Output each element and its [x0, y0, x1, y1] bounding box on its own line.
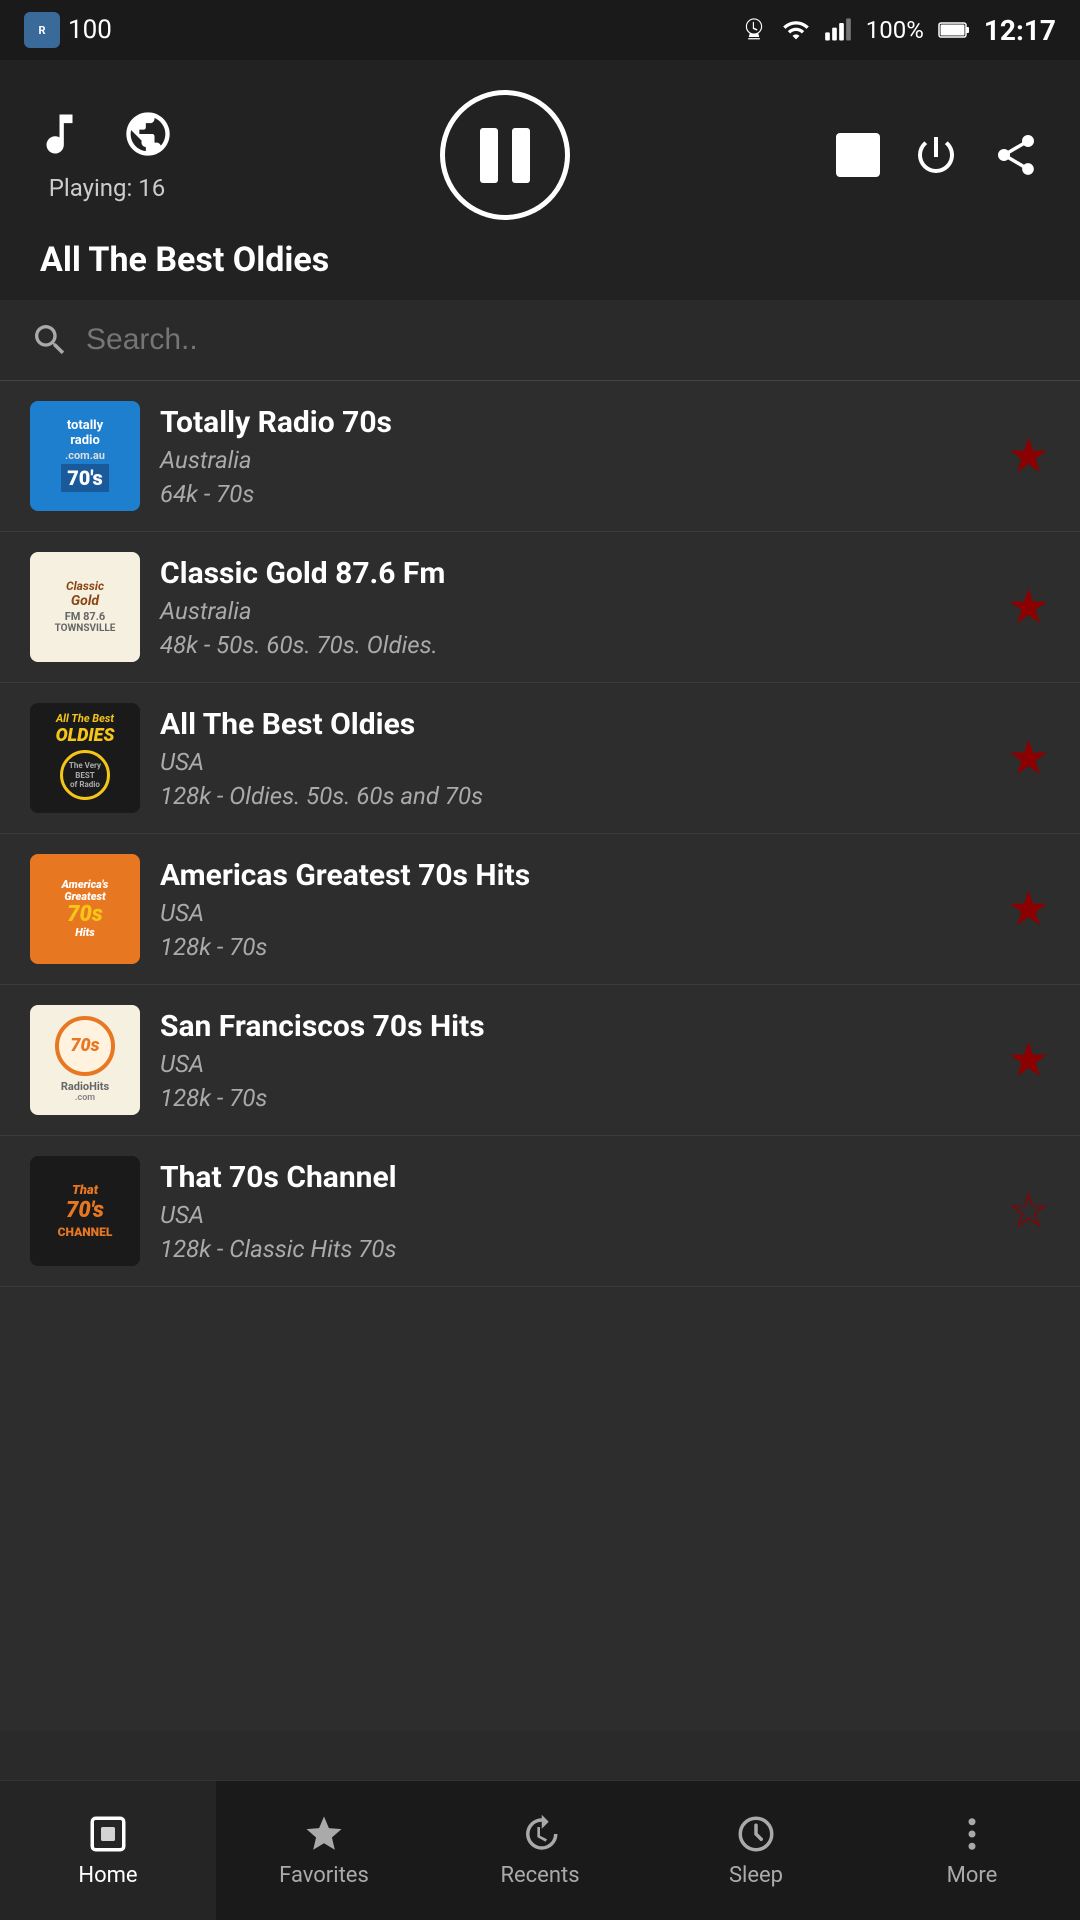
station-info: Totally Radio 70s Australia 64k - 70s	[160, 405, 987, 508]
bottom-nav: Home Favorites Recents Sleep More	[0, 1780, 1080, 1920]
station-item[interactable]: totally radio .com.au 70's Totally Radio…	[0, 381, 1080, 532]
favorite-button[interactable]: ★	[1007, 428, 1050, 484]
station-info: Classic Gold 87.6 Fm Australia 48k - 50s…	[160, 556, 987, 659]
app-icon: R	[24, 12, 60, 48]
search-icon	[30, 320, 70, 360]
station-item[interactable]: All The Best OLDIES The Very BESTof Radi…	[0, 683, 1080, 834]
music-icon[interactable]	[40, 108, 92, 160]
playing-label: Playing: 16	[49, 174, 166, 202]
station-country: USA	[160, 1201, 987, 1229]
nav-label-sleep: Sleep	[729, 1863, 783, 1888]
stop-icon	[836, 133, 880, 177]
status-bar: R 100 100% 12:17	[0, 0, 1080, 60]
pause-bar-right	[512, 128, 530, 183]
station-bitrate: 128k - 70s	[160, 1084, 987, 1112]
status-app-number: 100	[68, 15, 112, 45]
stop-button[interactable]	[836, 133, 880, 177]
station-bitrate: 128k - Oldies. 50s. 60s and 70s	[160, 782, 987, 810]
favorite-button[interactable]: ★	[1007, 730, 1050, 786]
nav-item-more[interactable]: More	[864, 1813, 1080, 1888]
favorite-button[interactable]: ★	[1007, 881, 1050, 937]
globe-icon[interactable]	[122, 108, 174, 160]
favorites-icon	[303, 1813, 345, 1855]
alarm-icon	[740, 16, 768, 44]
status-time: 12:17	[984, 14, 1056, 47]
pause-button[interactable]	[440, 90, 570, 220]
home-icon	[87, 1813, 129, 1855]
favorite-button[interactable]: ☆	[1007, 1183, 1050, 1239]
station-logo: America's Greatest 70s Hits	[30, 854, 140, 964]
nav-label-favorites: Favorites	[279, 1863, 369, 1888]
station-country: USA	[160, 899, 987, 927]
station-info: That 70s Channel USA 128k - Classic Hits…	[160, 1160, 987, 1263]
station-info: San Franciscos 70s Hits USA 128k - 70s	[160, 1009, 987, 1112]
power-button[interactable]	[912, 131, 960, 179]
nav-item-recents[interactable]: Recents	[432, 1813, 648, 1888]
nav-item-favorites[interactable]: Favorites	[216, 1813, 432, 1888]
nav-item-sleep[interactable]: Sleep	[648, 1813, 864, 1888]
now-playing-title: All The Best Oldies	[40, 240, 1040, 280]
search-input-row	[30, 320, 1050, 360]
station-name: All The Best Oldies	[160, 707, 987, 742]
recents-icon	[519, 1813, 561, 1855]
player-left-icons: Playing: 16	[40, 108, 174, 202]
station-logo: That 70's CHANNEL	[30, 1156, 140, 1266]
station-list: totally radio .com.au 70's Totally Radio…	[0, 381, 1080, 1731]
more-icon	[951, 1813, 993, 1855]
status-left: R 100	[24, 12, 112, 48]
station-item[interactable]: America's Greatest 70s Hits Americas Gre…	[0, 834, 1080, 985]
nav-item-home[interactable]: Home	[0, 1781, 216, 1920]
wifi-icon	[782, 16, 810, 44]
station-logo: 70s RadioHits .com	[30, 1005, 140, 1115]
battery-icon	[938, 21, 970, 39]
station-country: Australia	[160, 446, 987, 474]
station-logo: All The Best OLDIES The Very BESTof Radi…	[30, 703, 140, 813]
power-icon	[912, 131, 960, 179]
nav-label-more: More	[947, 1863, 998, 1888]
station-info: All The Best Oldies USA 128k - Oldies. 5…	[160, 707, 987, 810]
nav-label-home: Home	[78, 1863, 137, 1888]
signal-icon	[824, 16, 852, 44]
share-button[interactable]	[992, 131, 1040, 179]
station-bitrate: 64k - 70s	[160, 480, 987, 508]
player-right-icons	[836, 131, 1040, 179]
station-country: USA	[160, 748, 987, 776]
station-country: USA	[160, 1050, 987, 1078]
station-bitrate: 128k - Classic Hits 70s	[160, 1235, 987, 1263]
station-logo: Classic Gold FM 87.6 TOWNSVILLE	[30, 552, 140, 662]
favorite-button[interactable]: ★	[1007, 1032, 1050, 1088]
station-logo: totally radio .com.au 70's	[30, 401, 140, 511]
share-icon	[992, 131, 1040, 179]
station-name: That 70s Channel	[160, 1160, 987, 1195]
battery-percent: 100%	[866, 16, 924, 44]
station-name: Americas Greatest 70s Hits	[160, 858, 987, 893]
station-item[interactable]: Classic Gold FM 87.6 TOWNSVILLE Classic …	[0, 532, 1080, 683]
svg-text:R: R	[38, 24, 45, 37]
search-input[interactable]	[86, 323, 1050, 357]
station-item[interactable]: That 70's CHANNEL That 70s Channel USA 1…	[0, 1136, 1080, 1287]
station-info: Americas Greatest 70s Hits USA 128k - 70…	[160, 858, 987, 961]
station-name: Totally Radio 70s	[160, 405, 987, 440]
pause-bar-left	[480, 128, 498, 183]
station-name: San Franciscos 70s Hits	[160, 1009, 987, 1044]
nav-label-recents: Recents	[500, 1863, 579, 1888]
station-item[interactable]: 70s RadioHits .com San Franciscos 70s Hi…	[0, 985, 1080, 1136]
station-name: Classic Gold 87.6 Fm	[160, 556, 987, 591]
sleep-icon	[735, 1813, 777, 1855]
player-header: Playing: 16	[0, 60, 1080, 300]
station-country: Australia	[160, 597, 987, 625]
favorite-button[interactable]: ★	[1007, 579, 1050, 635]
station-bitrate: 128k - 70s	[160, 933, 987, 961]
status-right: 100% 12:17	[740, 14, 1056, 47]
station-bitrate: 48k - 50s. 60s. 70s. Oldies.	[160, 631, 987, 659]
search-container	[0, 300, 1080, 381]
